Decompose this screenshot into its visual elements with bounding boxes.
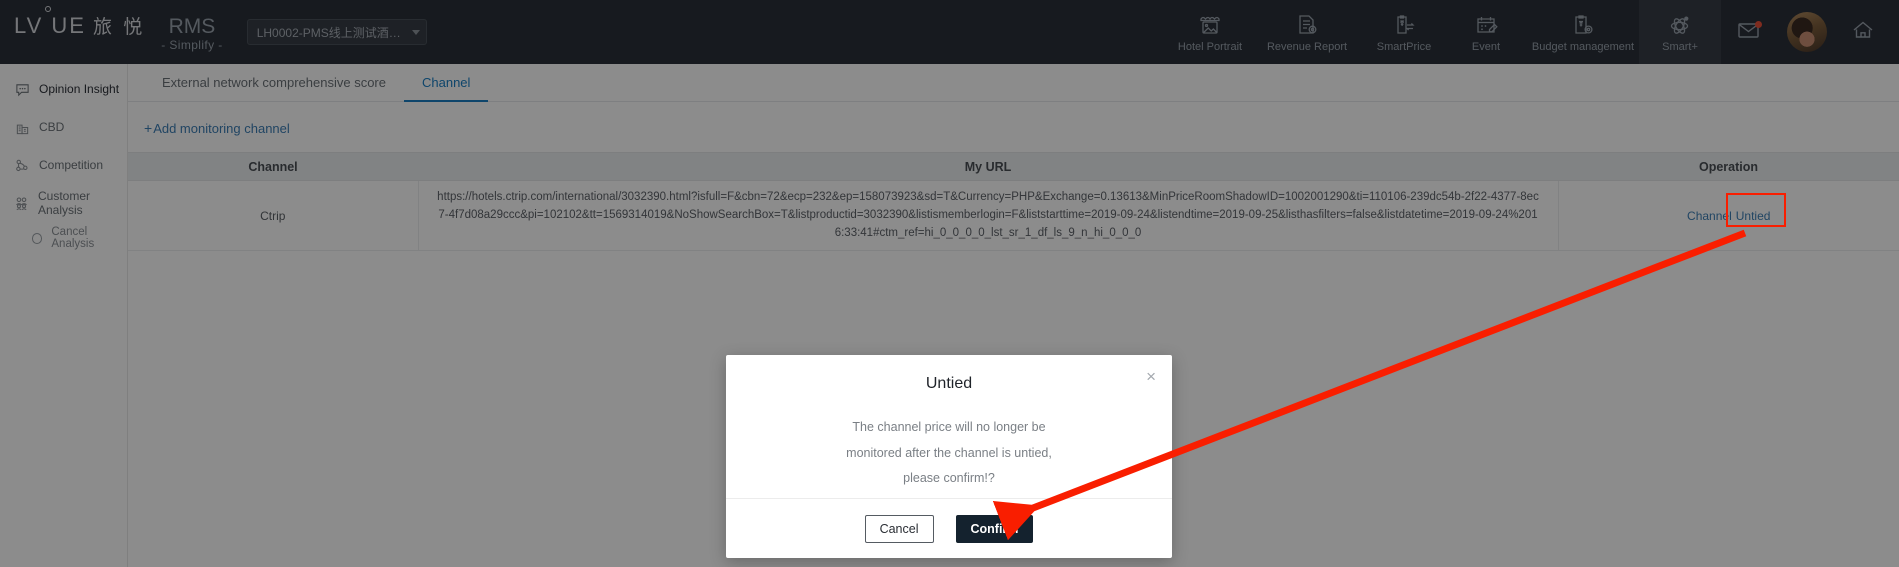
dialog-message-line-3: please confirm!? xyxy=(903,471,995,486)
dialog-message-line-2: monitored after the channel is untied, xyxy=(846,445,1052,460)
dialog-message: The channel price will no longer be moni… xyxy=(726,393,1172,492)
dialog-message-line-1: The channel price will no longer be xyxy=(852,420,1046,434)
application-root: LV UE 旅 悦 RMS - Simplify - LH0002-PMS线上测… xyxy=(0,0,1899,567)
untied-confirmation-dialog: Untied × The channel price will no longe… xyxy=(726,355,1172,558)
close-icon[interactable]: × xyxy=(1146,368,1156,385)
confirm-button[interactable]: Confirm xyxy=(955,514,1034,543)
cancel-button[interactable]: Cancel xyxy=(864,514,934,543)
dialog-footer: Cancel Confirm xyxy=(726,498,1172,558)
dialog-title: Untied xyxy=(925,375,973,392)
